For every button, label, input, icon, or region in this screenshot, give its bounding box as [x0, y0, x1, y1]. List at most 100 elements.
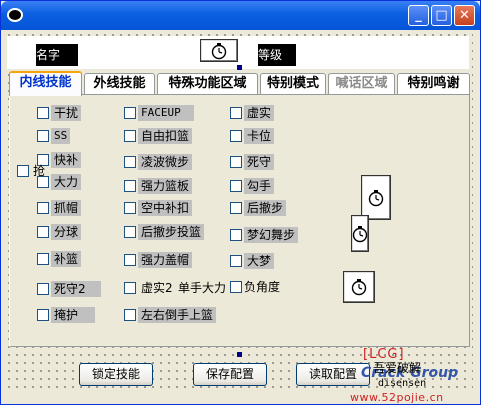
checkbox-box[interactable] [37, 309, 49, 321]
tab-shout-area[interactable]: 喊话区域 [328, 73, 395, 95]
skill-checkbox[interactable]: 掩护 [37, 307, 95, 323]
checkbox-box[interactable] [37, 107, 49, 119]
skill-label: 后撤步投篮 [138, 224, 205, 240]
tab-outside-skills[interactable]: 外线技能 [84, 73, 155, 95]
skill-label: 抓帽 [51, 200, 82, 216]
tab-special-mode[interactable]: 特别模式 [260, 73, 326, 95]
checkbox-box[interactable] [37, 253, 49, 265]
checkbox-box[interactable] [124, 226, 136, 238]
checkbox-box[interactable] [124, 254, 136, 266]
skill-checkbox[interactable]: 干扰 [37, 105, 83, 121]
skill-checkbox[interactable]: 虚实 [230, 105, 280, 121]
lock-skills-button[interactable]: 锁定技能 [79, 363, 153, 386]
checkbox-box[interactable] [230, 281, 242, 293]
skill-label: 补篮 [51, 251, 82, 267]
skill-label: 干扰 [51, 105, 82, 121]
skill-checkbox[interactable]: 强力盖帽 [124, 252, 196, 268]
checkbox-box[interactable] [17, 165, 29, 177]
skill-label: 快补 [51, 152, 82, 168]
skill-checkbox[interactable]: 虚实2 [124, 280, 180, 296]
timer-icon [200, 39, 238, 62]
skill-label: 虚实2 [141, 281, 173, 295]
checkbox-box[interactable] [37, 226, 49, 238]
skill-checkbox[interactable]: 凌波微步 [124, 154, 196, 170]
skill-label: 梦幻舞步 [244, 227, 299, 243]
skill-label: 凌波微步 [138, 154, 193, 170]
main-window: _ □ ✕ 名字 等级 内线技能 外线技能 特殊功能区域 特别模式 喊话区域 特… [0, 0, 481, 405]
checkbox-box[interactable] [37, 176, 49, 188]
checkbox-box[interactable] [230, 255, 242, 267]
skill-checkbox[interactable]: 梦幻舞步 [230, 227, 302, 243]
skill-checkbox[interactable]: 强力篮板 [124, 178, 196, 194]
save-config-button[interactable]: 保存配置 [193, 363, 267, 386]
skill-checkbox[interactable]: 左右倒手上篮 [124, 307, 222, 323]
skill-checkbox[interactable]: 死守2 [37, 281, 101, 297]
about-button[interactable]: 吾爱破解 [371, 361, 423, 378]
load-config-button[interactable]: 读取配置 [296, 363, 370, 386]
skill-label: 卡位 [244, 128, 275, 144]
skill-label: 后撤步 [244, 200, 287, 216]
checkbox-box[interactable] [230, 229, 242, 241]
checkbox-box[interactable] [230, 202, 242, 214]
app-icon [7, 8, 23, 22]
resize-handle[interactable] [237, 352, 242, 357]
checkbox-box[interactable] [230, 156, 242, 168]
checkbox-box[interactable] [230, 180, 242, 192]
skill-checkbox[interactable]: 大梦 [230, 253, 280, 269]
checkbox-box[interactable] [37, 130, 49, 142]
skill-checkbox[interactable]: 补篮 [37, 251, 83, 267]
checkbox-box[interactable] [230, 107, 242, 119]
close-button[interactable]: ✕ [454, 5, 475, 26]
skill-label: 强力篮板 [138, 178, 193, 194]
checkbox-box[interactable] [124, 130, 136, 142]
site-url[interactable]: www.52pojie.cn [350, 391, 444, 404]
timer-icon [343, 271, 375, 303]
maximize-button[interactable]: □ [431, 5, 452, 26]
minimize-button[interactable]: _ [408, 5, 429, 26]
checkbox-box[interactable] [124, 202, 136, 214]
skill-checkbox[interactable]: 大力 [37, 174, 83, 190]
tab-special-functions[interactable]: 特殊功能区域 [157, 73, 258, 95]
timer-icon [361, 175, 391, 220]
timer-icon [351, 215, 369, 252]
skill-label: 勾手 [244, 178, 275, 194]
skill-checkbox[interactable]: SS [37, 128, 73, 144]
skill-label: 分球 [51, 224, 82, 240]
tab-inside-skills[interactable]: 内线技能 [9, 71, 82, 96]
skill-label: 空中补扣 [138, 200, 193, 216]
skill-checkbox[interactable]: 死守 [230, 154, 280, 170]
skill-checkbox[interactable]: 负角度 [230, 279, 290, 295]
title-bar[interactable]: _ □ ✕ [1, 1, 480, 30]
tab-special-thanks[interactable]: 特别鸣谢 [397, 73, 470, 95]
checkbox-box[interactable] [124, 180, 136, 192]
skill-checkbox[interactable]: 后撤步投篮 [124, 224, 208, 240]
skill-label: 强力盖帽 [138, 252, 193, 268]
level-label: 等级 [258, 44, 296, 66]
checkbox-box[interactable] [124, 282, 136, 294]
checkbox-box[interactable] [37, 202, 49, 214]
checkbox-box[interactable] [124, 107, 136, 119]
skill-label: 死守 [244, 154, 275, 170]
lcg-logo-text: [LCG] [363, 347, 405, 362]
skill-label: 虚实 [244, 105, 275, 121]
skill-checkbox[interactable]: 勾手 [230, 178, 280, 194]
skill-label: 掩护 [51, 307, 95, 323]
checkbox-box[interactable] [37, 283, 49, 295]
checkbox-box[interactable] [124, 156, 136, 168]
skill-checkbox[interactable]: FACEUP [124, 105, 194, 121]
checkbox-box[interactable] [230, 130, 242, 142]
skill-checkbox[interactable]: 分球 [37, 224, 83, 240]
skill-label: FACEUP [138, 105, 194, 121]
skill-label: 自由扣篮 [138, 128, 193, 144]
skill-checkbox[interactable]: 后撤步 [230, 200, 292, 216]
checkbox-box[interactable] [124, 309, 136, 321]
skill-label: SS [51, 128, 71, 144]
skill-checkbox[interactable]: 抓帽 [37, 200, 83, 216]
skill-checkbox[interactable]: 空中补扣 [124, 200, 196, 216]
tab-strip: 内线技能 外线技能 特殊功能区域 特别模式 喊话区域 特别鸣谢 [9, 71, 472, 96]
name-label: 名字 [36, 44, 78, 66]
skill-checkbox[interactable]: 卡位 [230, 128, 280, 144]
skill-checkbox[interactable]: 自由扣篮 [124, 128, 196, 144]
resize-handle[interactable] [237, 65, 242, 70]
author-text: disensen [378, 378, 427, 389]
